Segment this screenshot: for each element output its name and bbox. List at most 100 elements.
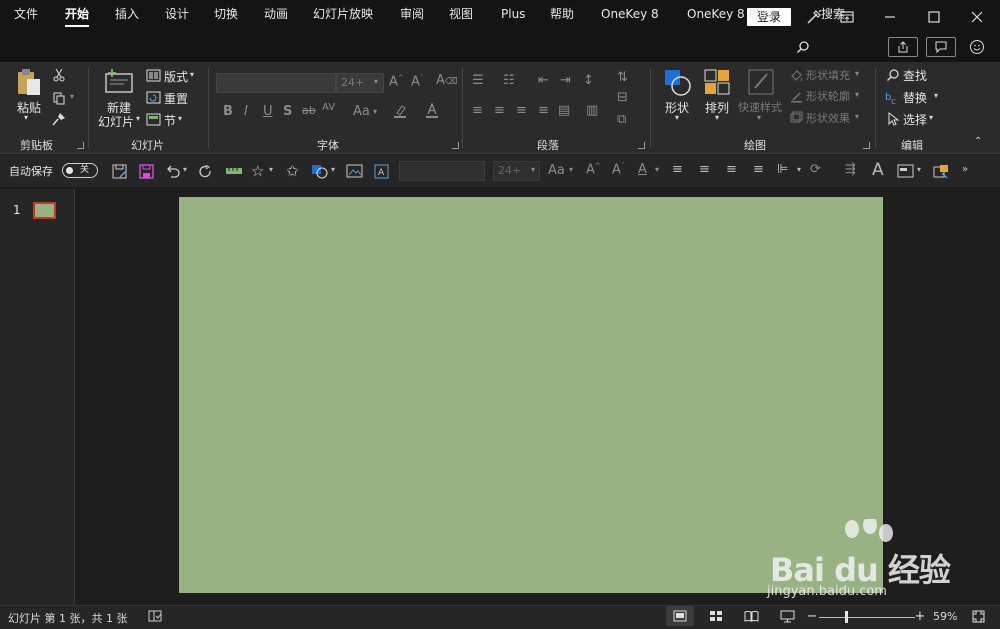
- replace-label[interactable]: 替换: [903, 89, 927, 106]
- font-size-dropdown-icon[interactable]: ▾: [374, 77, 378, 86]
- shape-effects-dropdown-icon[interactable]: ▾: [855, 112, 859, 121]
- paste-label[interactable]: 粘贴: [17, 99, 41, 116]
- smartart-icon[interactable]: ⧉: [617, 112, 626, 127]
- qa-font-color-dropdown-icon[interactable]: ▾: [655, 165, 659, 174]
- tab-file[interactable]: 文件: [14, 4, 38, 24]
- qa-font-icon[interactable]: A: [872, 160, 884, 180]
- text-direction-icon[interactable]: ⇅: [617, 70, 628, 85]
- arrange-dropdown-icon[interactable]: ▾: [715, 113, 719, 122]
- shape-fill-label[interactable]: 形状填充: [806, 67, 850, 83]
- section-icon[interactable]: [145, 112, 161, 126]
- clear-formatting-icon[interactable]: A⌫: [436, 73, 458, 88]
- underline-icon[interactable]: U: [263, 104, 273, 119]
- star-icon[interactable]: ☆: [251, 162, 264, 180]
- qa-rotate-icon[interactable]: ⟳: [810, 162, 821, 177]
- share-button[interactable]: [888, 37, 918, 57]
- zoom-percent[interactable]: 59%: [933, 610, 957, 623]
- bullets-icon[interactable]: ☰: [472, 73, 484, 88]
- shape-outline-dropdown-icon[interactable]: ▾: [855, 90, 859, 99]
- qa-align-right-icon[interactable]: ≡: [726, 162, 737, 177]
- shape-fill-dropdown-icon[interactable]: ▾: [855, 69, 859, 78]
- textbox-icon[interactable]: A: [373, 163, 389, 179]
- section-label[interactable]: 节: [164, 112, 176, 129]
- layout-icon[interactable]: [145, 68, 161, 82]
- slide-thumbnail[interactable]: [33, 202, 56, 219]
- autosave-toggle[interactable]: 关: [62, 163, 98, 178]
- qa-justify-icon[interactable]: ≡: [753, 162, 764, 177]
- line-spacing-icon[interactable]: ↕: [583, 73, 594, 88]
- tab-transitions[interactable]: 切换: [214, 4, 238, 24]
- insert-shapes-icon[interactable]: [310, 163, 328, 179]
- numbering-icon[interactable]: ☷: [503, 73, 515, 88]
- shapes-dropdown-icon[interactable]: ▾: [675, 113, 679, 122]
- align-text-icon[interactable]: ⊟: [617, 90, 628, 105]
- qa-format-shape-icon[interactable]: [896, 163, 914, 179]
- qa-font-name-box[interactable]: [399, 161, 485, 181]
- increase-indent-icon[interactable]: ⇥: [560, 73, 571, 88]
- format-painter-icon[interactable]: [51, 111, 67, 127]
- insert-shapes-dropdown-icon[interactable]: ▾: [331, 165, 335, 174]
- comments-button[interactable]: [926, 37, 956, 57]
- undo-icon[interactable]: [164, 163, 180, 179]
- layout-dropdown-icon[interactable]: ▾: [190, 70, 194, 79]
- tab-view[interactable]: 视图: [449, 4, 473, 24]
- ruler-icon[interactable]: [225, 163, 243, 179]
- select-dropdown-icon[interactable]: ▾: [929, 113, 933, 122]
- qa-grow-font-icon[interactable]: A^: [586, 162, 601, 177]
- normal-view-icon[interactable]: [666, 606, 694, 626]
- shadow-icon[interactable]: S: [283, 104, 292, 119]
- columns-icon[interactable]: ▥: [586, 103, 598, 118]
- maximize-icon[interactable]: [923, 6, 945, 28]
- collapse-ribbon-icon[interactable]: ⌃: [974, 136, 982, 147]
- qa-align-objects-icon[interactable]: ⊫: [777, 162, 788, 177]
- qa-shrink-font-icon[interactable]: Aˇ: [612, 162, 624, 177]
- drawing-launcher-icon[interactable]: [863, 142, 870, 149]
- highlight-icon[interactable]: [392, 103, 408, 119]
- font-launcher-icon[interactable]: [452, 142, 459, 149]
- qa-text-direction-icon[interactable]: ⇶: [845, 162, 856, 177]
- slideshow-view-icon[interactable]: [778, 608, 796, 624]
- qa-format-dropdown-icon[interactable]: ▾: [917, 165, 921, 174]
- zoom-slider[interactable]: [819, 617, 915, 618]
- picture-icon[interactable]: [345, 163, 363, 179]
- zoom-out-icon[interactable]: −: [806, 608, 818, 624]
- shape-fill-icon[interactable]: [789, 68, 803, 82]
- copy-icon[interactable]: [51, 90, 67, 106]
- find-label[interactable]: 查找: [903, 67, 927, 84]
- qa-case-dropdown-icon[interactable]: ▾: [569, 165, 573, 174]
- paste-icon[interactable]: [14, 67, 44, 99]
- tab-review[interactable]: 审阅: [400, 4, 424, 24]
- chevron-down-icon[interactable]: ▾: [24, 113, 28, 122]
- case-dropdown-icon[interactable]: ▾: [373, 107, 377, 116]
- tab-design[interactable]: 设计: [165, 4, 189, 24]
- decrease-indent-icon[interactable]: ⇤: [538, 73, 549, 88]
- tab-onekey8[interactable]: OneKey 8: [601, 4, 659, 24]
- shape-effects-icon[interactable]: [789, 110, 803, 124]
- undo-dropdown-icon[interactable]: ▾: [183, 165, 187, 174]
- shape-outline-icon[interactable]: [789, 89, 803, 103]
- replace-icon[interactable]: bc: [884, 89, 900, 105]
- shape-effects-label[interactable]: 形状效果: [806, 110, 850, 126]
- shapes-icon[interactable]: [662, 67, 692, 97]
- tab-plus[interactable]: Plus: [501, 4, 525, 24]
- change-case-icon[interactable]: Aa: [353, 104, 370, 119]
- reading-view-icon[interactable]: [742, 608, 760, 624]
- quick-styles-icon[interactable]: [746, 67, 776, 97]
- grow-font-icon[interactable]: A^: [389, 74, 404, 89]
- smiley-icon[interactable]: [967, 37, 987, 57]
- section-dropdown-icon[interactable]: ▾: [178, 114, 182, 123]
- save-icon[interactable]: [138, 163, 154, 179]
- zoom-slider-thumb[interactable]: [845, 611, 848, 623]
- layout-label[interactable]: 版式: [164, 68, 188, 85]
- close-icon[interactable]: [966, 6, 988, 28]
- align-left-icon[interactable]: ≡: [472, 103, 483, 118]
- char-spacing-icon[interactable]: AV: [322, 102, 335, 113]
- font-color-icon[interactable]: [424, 102, 440, 118]
- find-icon[interactable]: [885, 67, 901, 83]
- align-center-icon[interactable]: ≡: [494, 103, 505, 118]
- tab-insert[interactable]: 插入: [115, 4, 139, 24]
- qa-align-left-icon[interactable]: ≡: [672, 162, 683, 177]
- search-icon[interactable]: [795, 38, 811, 56]
- minimize-icon[interactable]: [879, 6, 901, 28]
- qa-align-center-icon[interactable]: ≡: [699, 162, 710, 177]
